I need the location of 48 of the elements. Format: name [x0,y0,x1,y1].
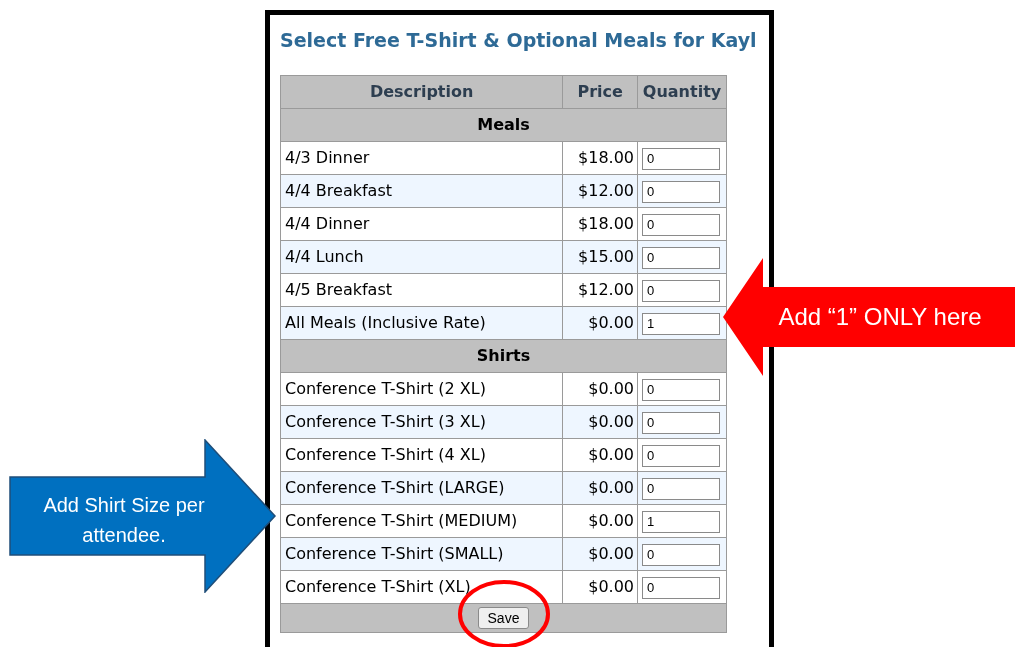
item-price: $0.00 [588,412,634,431]
item-price: $0.00 [588,379,634,398]
item-description: 4/3 Dinner [285,148,370,167]
quantity-field[interactable]: 0 [642,411,720,434]
item-description: 4/4 Dinner [285,214,370,233]
item-description: 4/4 Breakfast [285,181,392,200]
item-description: Conference T-Shirt (SMALL) [285,544,504,563]
item-price: $0.00 [588,577,634,596]
quantity-field[interactable]: 0 [642,378,720,401]
item-price: $0.00 [588,445,634,464]
item-price: $0.00 [588,544,634,563]
item-description: Conference T-Shirt (4 XL) [285,445,486,464]
save-button[interactable]: Save [477,607,530,629]
item-description: Conference T-Shirt (3 XL) [285,412,486,431]
column-header: Quantity [642,82,722,101]
item-description: 4/4 Lunch [285,247,364,266]
item-description: Conference T-Shirt (XL) [285,577,471,596]
item-price: $18.00 [578,148,634,167]
item-description: Conference T-Shirt (MEDIUM) [285,511,518,530]
quantity-field[interactable]: 0 [642,576,720,599]
quantity-field[interactable]: 0 [642,543,720,566]
column-header: Price [577,82,623,101]
item-price: $18.00 [578,214,634,233]
quantity-field[interactable]: 1 [642,510,720,533]
column-header: Description [369,82,474,101]
section-header: Shirts [476,346,531,365]
item-description: 4/5 Breakfast [285,280,392,299]
callout-text: Add “1” ONLY here [777,302,983,332]
page-title: Select Free T-Shirt & Optional Meals for Kayl [280,28,757,53]
item-price: $0.00 [588,511,634,530]
quantity-field[interactable]: 0 [642,444,720,467]
callout-text: Add Shirt Size per attendee. [42,493,206,548]
quantity-field[interactable]: 0 [642,279,720,302]
item-price: $12.00 [578,181,634,200]
quantity-field[interactable]: 0 [642,147,720,170]
item-price: $15.00 [578,247,634,266]
section-header: Meals [477,115,530,134]
item-description: All Meals (Inclusive Rate) [285,313,486,332]
item-price: $0.00 [588,478,634,497]
quantity-field[interactable]: 0 [642,246,720,269]
item-price: $12.00 [578,280,634,299]
quantity-field[interactable]: 0 [642,477,720,500]
item-description: Conference T-Shirt (LARGE) [285,478,505,497]
quantity-field[interactable]: 1 [642,312,720,335]
item-description: Conference T-Shirt (2 XL) [285,379,486,398]
quantity-field[interactable]: 0 [642,213,720,236]
quantity-field[interactable]: 0 [642,180,720,203]
item-price: $0.00 [588,313,634,332]
